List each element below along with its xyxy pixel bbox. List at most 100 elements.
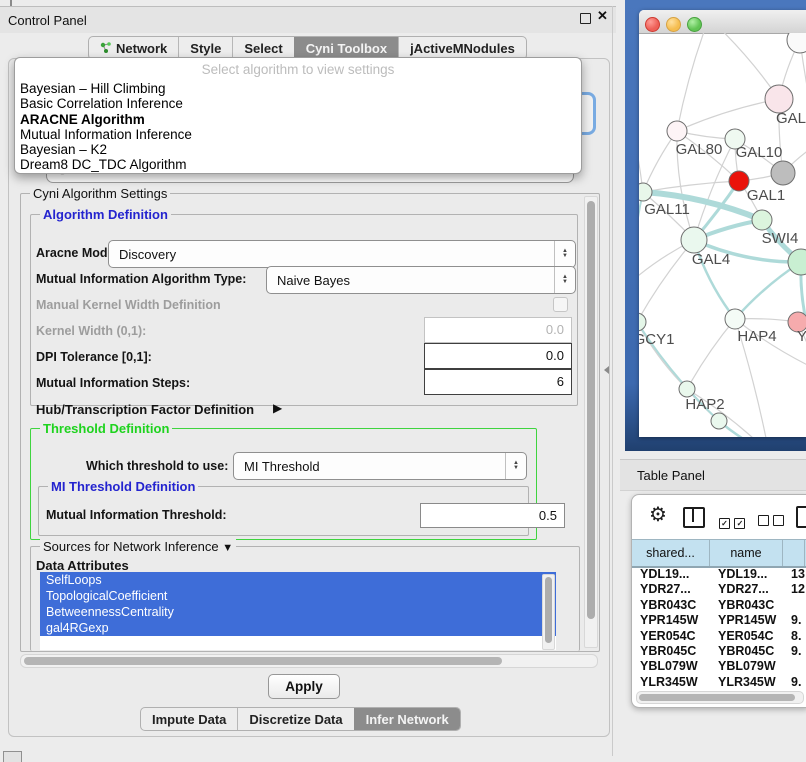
collapse-down-icon[interactable]: ▼ [222,542,233,554]
algorithm-option[interactable]: Mutual Information Inference [15,127,581,142]
network-node[interactable] [711,413,727,429]
algorithm-option[interactable]: Dream8 DC_TDC Algorithm [15,157,581,172]
mi-threshold-field[interactable]: 0.5 [420,503,565,528]
algorithm-option[interactable]: Bayesian – Hill Climbing [15,81,581,96]
network-node-gcy1[interactable] [639,313,646,331]
select-all-icon[interactable]: ✓ ✓ [719,513,745,531]
column-header[interactable] [783,540,805,566]
node-label: GAL [776,110,806,127]
mi-threshold-title: MI Threshold Definition [48,479,198,494]
deselect-all-icon[interactable] [758,513,784,531]
control-panel-title: Control Panel [0,13,87,28]
tab-infer-network[interactable]: Infer Network [354,708,460,730]
node-label: GAL4 [692,251,730,268]
tab-impute-data[interactable]: Impute Data [141,708,237,730]
algorithm-dropdown-list: Bayesian – Hill ClimbingBasic Correlatio… [15,81,581,173]
panel-divider [612,6,613,756]
table-row[interactable]: YLR345WYLR345W9. [632,675,806,690]
tab-jactivemnodules[interactable]: jActiveMNodules [398,37,526,59]
combo-stepper-icon: ▲▼ [505,453,526,479]
attribute-item[interactable]: SelfLoops [40,572,556,588]
tab-select[interactable]: Select [232,37,293,59]
dpi-tolerance-field[interactable]: 0.0 [424,343,572,369]
control-panel-titlebar: Control Panel [0,6,616,33]
network-node-gal80[interactable] [667,121,687,141]
table-row[interactable]: YBL079WYBL079W [632,659,806,674]
network-node-gal[interactable] [765,85,793,113]
node-label: SWI4 [762,230,799,247]
node-label: Y [797,328,806,345]
algorithm-option[interactable]: Basic Correlation Inference [15,96,581,111]
manual-kernel-checkbox[interactable] [553,297,568,312]
kernel-width-label: Kernel Width (0,1): [36,324,146,338]
node-label: GAL1 [747,187,785,204]
network-edge [639,88,643,192]
aracne-mode-combobox[interactable]: Discovery ▲▼ [108,240,576,268]
close-traffic-light-icon[interactable] [645,17,660,32]
network-window[interactable]: GALGAL80GAL10GAL1GAL11SWI4GAL4GCY1HAP4YH… [639,10,806,437]
network-icon [100,42,112,54]
minimize-traffic-light-icon[interactable] [666,17,681,32]
new-table-icon[interactable] [796,506,806,528]
network-node-gal11[interactable] [639,183,652,201]
network-node-hap4[interactable] [725,309,745,329]
attributes-vscrollbar[interactable] [542,574,555,650]
expand-right-icon[interactable]: ▶ [273,401,282,415]
data-attributes-list[interactable]: SelfLoopsTopologicalCoefficientBetweenne… [40,572,556,650]
split-view-icon[interactable] [683,507,705,528]
table-row[interactable]: YDL19...YDL19...13 [632,567,806,582]
settings-hscrollbar[interactable] [20,654,598,668]
gear-icon[interactable]: ⚙ [649,505,667,525]
sources-title: Sources for Network Inference ▼ [40,539,236,554]
attribute-item[interactable]: gal4RGexp [40,620,556,636]
network-node-hap2[interactable] [679,381,695,397]
algorithm-dropdown-hint: Select algorithm to view settings [15,58,581,81]
zoom-traffic-light-icon[interactable] [687,17,702,32]
node-label: HAP4 [737,328,776,345]
column-header[interactable]: name [710,540,783,566]
network-node-swi4[interactable] [752,210,772,230]
algorithm-definition-title: Algorithm Definition [40,207,171,222]
settings-vscrollbar[interactable] [584,196,598,648]
tab-discretize-data[interactable]: Discretize Data [237,708,353,730]
mi-steps-field[interactable]: 6 [424,369,572,395]
close-icon[interactable]: ✕ [597,8,608,24]
dpi-tolerance-label: DPI Tolerance [0,1]: [36,350,152,364]
attribute-item[interactable]: BetweennessCentrality [40,604,556,620]
kernel-width-field[interactable]: 0.0 [424,317,572,343]
app-root: Control Panel ✕ NetworkStyleSelectCyni T… [0,0,806,762]
table-row[interactable]: YDR27...YDR27...12 [632,582,806,597]
data-attributes-label: Data Attributes [36,558,129,573]
network-node-gal4[interactable] [681,227,707,253]
splitter-arrow-icon[interactable] [604,366,609,374]
mi-threshold-label: Mutual Information Threshold: [46,508,227,522]
table-row[interactable]: YER054CYER054C8. [632,629,806,644]
node-label: GAL80 [676,141,723,158]
hub-section-label: Hub/Transcription Factor Definition [36,402,254,417]
apply-button[interactable]: Apply [268,674,340,699]
mi-type-combobox[interactable]: Naive Bayes ▲▼ [266,266,576,294]
column-header[interactable]: shared... [632,540,710,566]
table-hscrollbar[interactable] [636,691,804,704]
tab-network[interactable]: Network [89,37,178,59]
tab-cyni-toolbox[interactable]: Cyni Toolbox [294,37,398,59]
algorithm-option[interactable]: Bayesian – K2 [15,142,581,157]
network-node[interactable] [771,161,795,185]
corner-button[interactable] [3,751,22,762]
tab-style[interactable]: Style [178,37,232,59]
table-panel-bar: Table Panel [620,459,806,491]
threshold-definition-title: Threshold Definition [40,421,172,436]
algorithm-option[interactable]: ARACNE Algorithm [15,112,581,127]
aracne-mode-label: Aracne Mode: [36,246,119,260]
table-row[interactable]: YPR145WYPR145W9. [632,613,806,628]
table-row[interactable]: YBR045CYBR045C9. [632,644,806,659]
float-window-icon[interactable] [580,13,591,24]
network-canvas[interactable]: GALGAL80GAL10GAL1GAL11SWI4GAL4GCY1HAP4YH… [639,33,806,437]
network-edge [687,319,735,389]
network-node[interactable] [787,33,806,53]
table-header-row[interactable]: shared...name [632,539,806,568]
network-edge [677,99,779,131]
attribute-item[interactable]: TopologicalCoefficient [40,588,556,604]
table-row[interactable]: YBR043CYBR043C [632,598,806,613]
which-threshold-combobox[interactable]: MI Threshold ▲▼ [233,452,527,480]
